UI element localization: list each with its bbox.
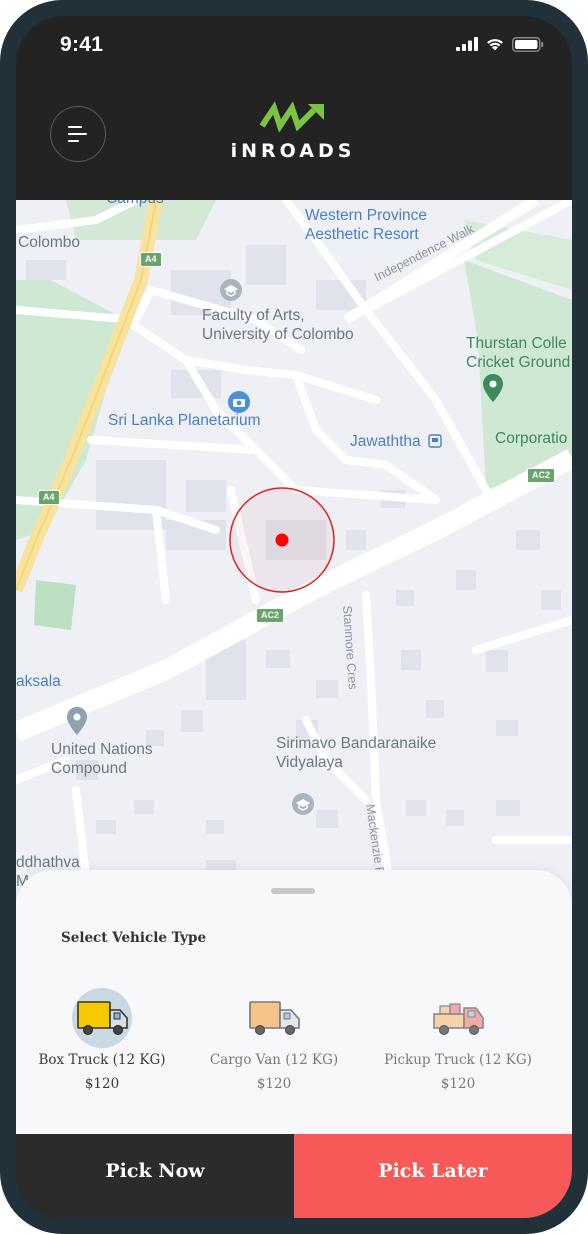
menu-icon [68, 126, 87, 142]
map-label-laksala: aksala [16, 673, 61, 690]
vehicle-price: $120 [440, 1076, 476, 1092]
vehicle-selection-sheet: Select Vehicle Type Box Truck (12 KG) $1… [16, 870, 572, 1134]
vehicle-name: Pickup Truck (12 KG) [384, 1052, 532, 1068]
vehicle-icon-wrap [428, 988, 488, 1048]
map-label-campus: Campus [106, 200, 164, 209]
phone-screen: 9:41 iNROADS Colombo Western Province Ae… [16, 16, 572, 1218]
road-shield-ac2: AC2 [256, 608, 285, 623]
action-bar: Pick Now Pick Later [16, 1134, 572, 1218]
map-label-sirimavo: Sirimavo Bandaranaike Vidyalaya [276, 735, 437, 771]
park-pin-icon [483, 374, 503, 402]
map-label-faculty-arts: Faculty of Arts, University of Colombo [202, 307, 354, 343]
box-truck-icon [77, 1001, 128, 1035]
road-shield-a4: A4 [140, 252, 162, 267]
map-label-colombo: Colombo [18, 234, 81, 251]
vehicle-price: $120 [256, 1076, 292, 1092]
map-label-corporation: Corporatio [495, 430, 568, 447]
cellular-signal-icon [456, 37, 478, 51]
sheet-drag-handle[interactable] [271, 888, 315, 894]
vehicle-option-cargo-van[interactable]: Cargo Van (12 KG) $120 [194, 988, 354, 1092]
bus-stop-icon [428, 434, 442, 448]
wifi-icon [487, 39, 503, 51]
inroads-logo-icon [259, 101, 324, 133]
vehicle-option-box-truck[interactable]: Box Truck (12 KG) $120 [22, 988, 182, 1092]
location-pin-icon [67, 707, 87, 735]
status-bar: 9:41 [16, 16, 572, 76]
map-view[interactable]: Colombo Campus Western Province Aestheti… [16, 200, 572, 920]
road-shield-a4: A4 [38, 490, 60, 505]
vehicle-name: Box Truck (12 KG) [38, 1052, 166, 1068]
cargo-van-icon [249, 1001, 300, 1035]
phone-frame: 9:41 iNROADS Colombo Western Province Ae… [0, 0, 588, 1234]
app-logo: iNROADS [228, 94, 358, 164]
status-time: 9:41 [60, 33, 104, 56]
vehicle-name: Cargo Van (12 KG) [209, 1052, 339, 1068]
vehicle-icon-wrap [244, 988, 304, 1048]
brand-name: iNROADS [230, 140, 356, 162]
map-label-western-province: Western Province Aesthetic Resort [305, 207, 428, 243]
map-label-planetarium: Sri Lanka Planetarium [108, 412, 261, 429]
pick-now-button[interactable]: Pick Now [16, 1134, 294, 1218]
pick-later-button[interactable]: Pick Later [294, 1134, 572, 1218]
camera-pin-icon [228, 391, 250, 413]
map-label-thurstan: Thurstan Colle Cricket Ground [466, 335, 571, 371]
battery-icon [512, 36, 544, 52]
school-pin-icon [292, 793, 314, 815]
menu-button[interactable] [50, 106, 106, 162]
school-pin-icon [220, 279, 242, 301]
vehicle-price: $120 [84, 1076, 120, 1092]
map-label-jawaththa: Jawaththa [350, 433, 421, 450]
pickup-truck-icon [433, 1003, 484, 1035]
map-label-un-compound: United Nations Compound [51, 741, 153, 777]
road-shield-ac2: AC2 [527, 468, 556, 483]
sheet-title: Select Vehicle Type [61, 930, 207, 946]
vehicle-icon-wrap [72, 988, 132, 1048]
vehicle-option-pickup-truck[interactable]: Pickup Truck (12 KG) $120 [378, 988, 538, 1092]
app-header: iNROADS [16, 76, 572, 200]
status-icons [456, 36, 544, 52]
